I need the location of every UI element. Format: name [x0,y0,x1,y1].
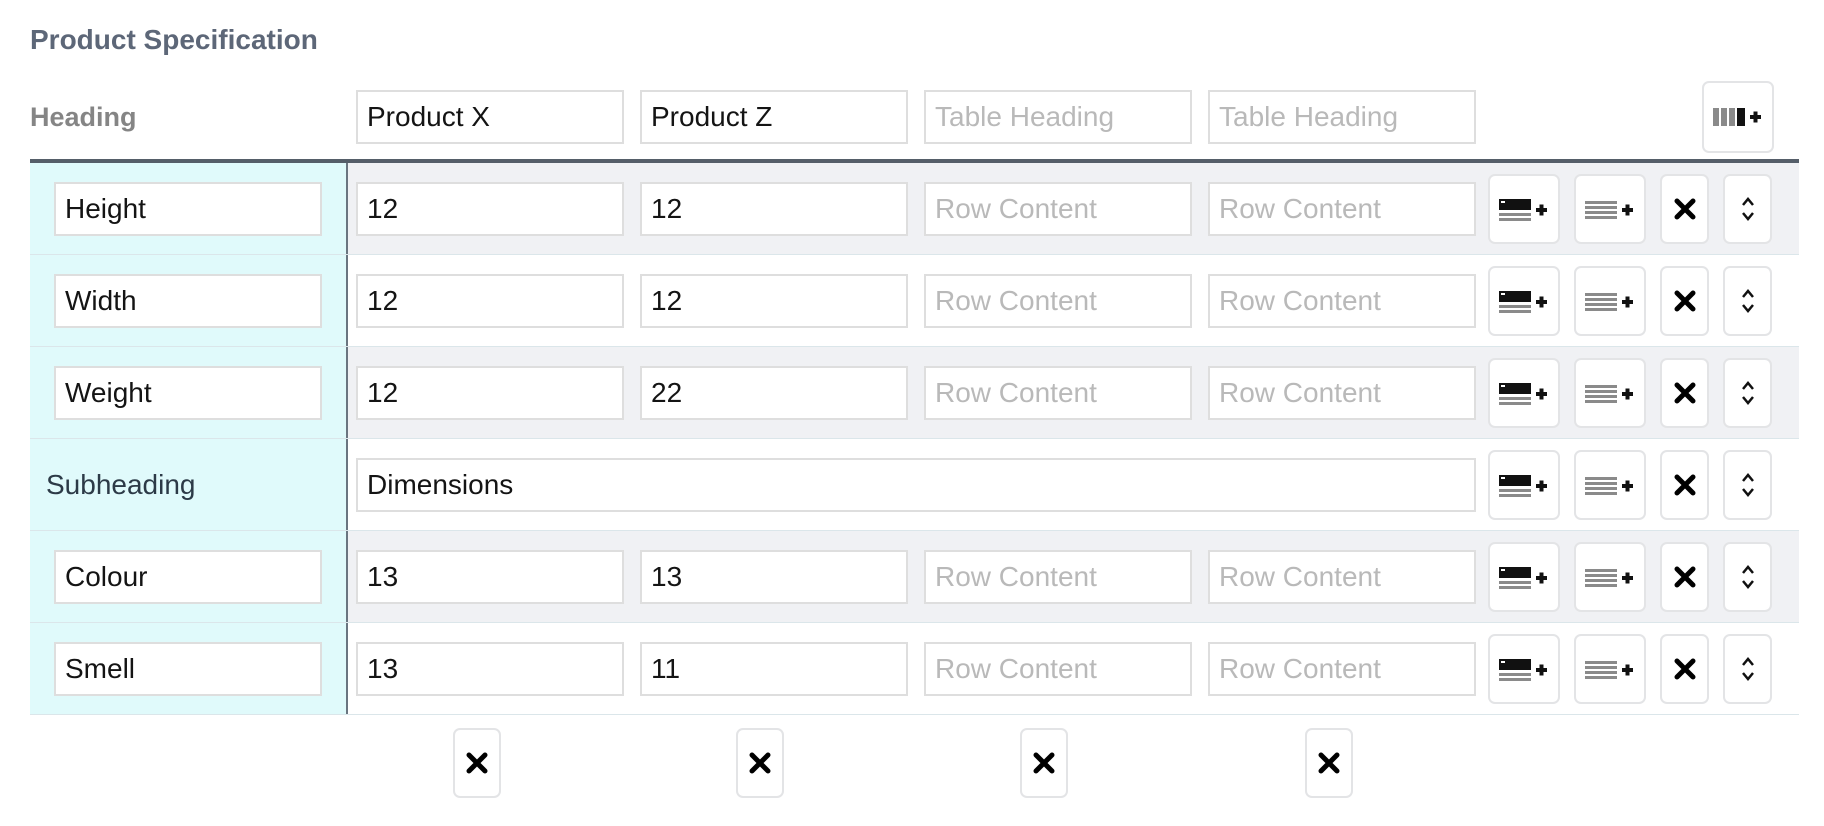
sort-icon [1741,563,1755,591]
sort-icon [1741,471,1755,499]
move-row-button[interactable] [1723,542,1772,612]
row-cell-input[interactable] [924,274,1192,328]
row-cell-input[interactable] [640,642,908,696]
close-icon [1318,752,1340,774]
row-label-input[interactable] [54,366,322,420]
add-subheading-icon [1499,656,1549,682]
delete-row-button[interactable] [1660,174,1709,244]
column-heading-2-input[interactable] [640,90,908,144]
row-cell-input[interactable] [1208,550,1476,604]
heading-label: Heading [30,102,137,132]
row-cell-input[interactable] [1208,642,1476,696]
add-subheading-icon [1499,288,1549,314]
add-row-button[interactable] [1574,634,1646,704]
move-row-button[interactable] [1723,174,1772,244]
delete-row-button[interactable] [1660,634,1709,704]
delete-column-button[interactable] [453,728,501,798]
add-subheading-button[interactable] [1488,358,1560,428]
close-icon [466,752,488,774]
sort-icon [1741,655,1755,683]
add-column-icon [1713,106,1763,128]
subheading-label: Subheading [46,469,196,500]
sort-icon [1741,287,1755,315]
move-row-button[interactable] [1723,358,1772,428]
add-row-button[interactable] [1574,358,1646,428]
delete-row-button[interactable] [1660,266,1709,336]
add-row-icon [1585,196,1635,222]
sort-icon [1741,379,1755,407]
add-row-icon [1585,472,1635,498]
close-icon [1674,198,1696,220]
add-subheading-button[interactable] [1488,174,1560,244]
delete-column-button[interactable] [1305,728,1353,798]
delete-row-button[interactable] [1660,542,1709,612]
subheading-input[interactable] [356,458,1476,512]
delete-column-button[interactable] [1020,728,1068,798]
table-row [30,623,1799,715]
add-row-icon [1585,288,1635,314]
add-row-icon [1585,564,1635,590]
add-column-button[interactable] [1702,81,1774,153]
table-row [30,531,1799,623]
table-row [30,255,1799,347]
row-label-input[interactable] [54,182,322,236]
row-label-input[interactable] [54,274,322,328]
add-subheading-button[interactable] [1488,450,1560,520]
section-title: Product Specification [30,24,318,55]
add-row-button[interactable] [1574,542,1646,612]
delete-row-button[interactable] [1660,450,1709,520]
row-cell-input[interactable] [356,550,624,604]
row-cell-input[interactable] [640,182,908,236]
delete-column-button[interactable] [736,728,784,798]
row-cell-input[interactable] [924,642,1192,696]
spec-rows: Subheading [30,163,1799,715]
move-row-button[interactable] [1723,266,1772,336]
row-label-input[interactable] [54,550,322,604]
add-subheading-icon [1499,472,1549,498]
row-cell-input[interactable] [1208,182,1476,236]
row-cell-input[interactable] [356,182,624,236]
row-cell-input[interactable] [640,366,908,420]
add-subheading-icon [1499,196,1549,222]
add-row-button[interactable] [1574,174,1646,244]
row-cell-input[interactable] [640,274,908,328]
row-cell-input[interactable] [924,366,1192,420]
column-heading-3-input[interactable] [924,90,1192,144]
sort-icon [1741,195,1755,223]
delete-row-button[interactable] [1660,358,1709,428]
row-cell-input[interactable] [1208,366,1476,420]
add-subheading-button[interactable] [1488,542,1560,612]
close-icon [1674,474,1696,496]
close-icon [1674,658,1696,680]
move-row-button[interactable] [1723,450,1772,520]
add-subheading-button[interactable] [1488,634,1560,704]
row-cell-input[interactable] [924,182,1192,236]
row-cell-input[interactable] [1208,274,1476,328]
row-cell-input[interactable] [356,366,624,420]
close-icon [1033,752,1055,774]
table-row [30,163,1799,255]
close-icon [1674,290,1696,312]
row-cell-input[interactable] [356,642,624,696]
add-row-button[interactable] [1574,450,1646,520]
add-row-icon [1585,656,1635,682]
add-subheading-button[interactable] [1488,266,1560,336]
add-subheading-icon [1499,380,1549,406]
close-icon [1674,382,1696,404]
close-icon [749,752,771,774]
subheading-row: Subheading [30,439,1799,531]
row-label-input[interactable] [54,642,322,696]
table-row [30,347,1799,439]
row-cell-input[interactable] [356,274,624,328]
close-icon [1674,566,1696,588]
column-heading-1-input[interactable] [356,90,624,144]
add-subheading-icon [1499,564,1549,590]
column-heading-4-input[interactable] [1208,90,1476,144]
add-row-button[interactable] [1574,266,1646,336]
add-row-icon [1585,380,1635,406]
row-cell-input[interactable] [924,550,1192,604]
move-row-button[interactable] [1723,634,1772,704]
row-cell-input[interactable] [640,550,908,604]
